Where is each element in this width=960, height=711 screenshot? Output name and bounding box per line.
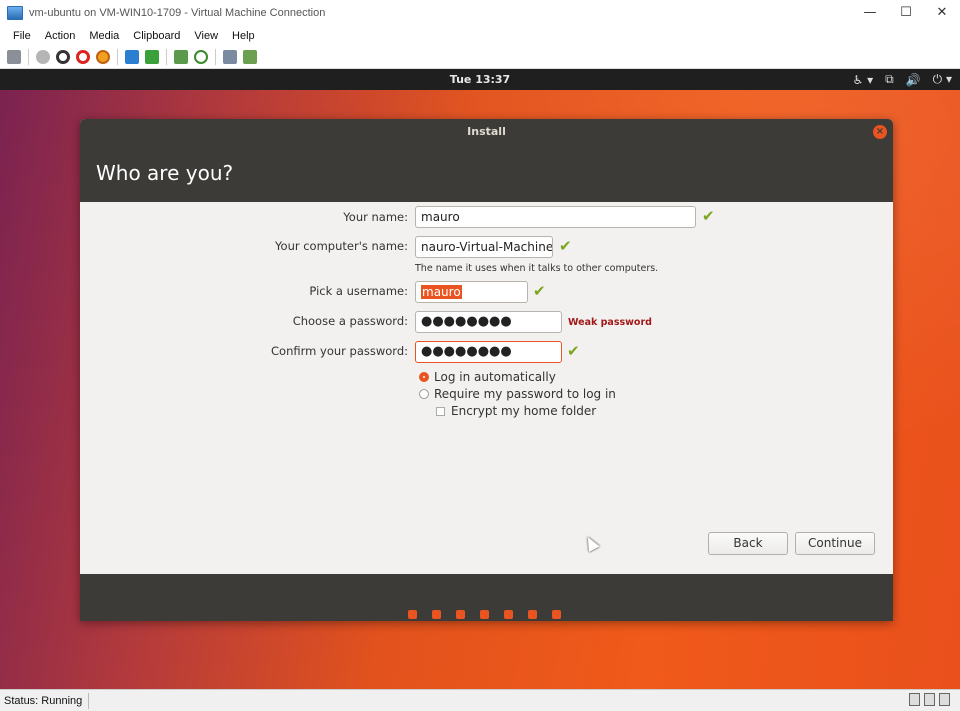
progress-step bbox=[408, 610, 417, 619]
revert-icon[interactable] bbox=[194, 49, 208, 64]
require-password-option[interactable]: Require my password to log in bbox=[419, 387, 616, 401]
network-icon[interactable]: ⧉ bbox=[885, 72, 894, 87]
menu-media[interactable]: Media bbox=[89, 30, 119, 42]
save-state-icon[interactable] bbox=[96, 49, 110, 64]
progress-step bbox=[504, 610, 513, 619]
window-title: vm-ubuntu on VM-WIN10-1709 - Virtual Mac… bbox=[29, 7, 326, 19]
password-label: Choose a password: bbox=[292, 314, 408, 328]
maximize-button[interactable]: ☐ bbox=[888, 0, 924, 26]
confirm-password-valid-icon: ✔ bbox=[567, 342, 580, 360]
auto-login-option[interactable]: Log in automatically bbox=[419, 370, 556, 384]
installer-footer bbox=[80, 574, 893, 621]
toolbar-separator bbox=[28, 48, 29, 65]
confirm-password-input[interactable]: ●●●●●●●● bbox=[415, 341, 562, 363]
shut-down-icon[interactable] bbox=[76, 49, 90, 64]
username-valid-icon: ✔ bbox=[533, 282, 546, 300]
accessibility-icon[interactable]: ♿ ▾ bbox=[853, 73, 874, 87]
checkpoint-icon[interactable] bbox=[174, 49, 188, 64]
back-button[interactable]: Back bbox=[708, 532, 788, 555]
installer-window: Install × Who are you? Your name: mauro … bbox=[80, 119, 893, 621]
progress-step bbox=[432, 610, 441, 619]
page-heading: Who are you? bbox=[96, 161, 234, 185]
keyboard-icon bbox=[909, 693, 920, 706]
continue-button[interactable]: Continue bbox=[795, 532, 875, 555]
confirm-password-label: Confirm your password: bbox=[271, 344, 408, 358]
installer-header: Install × Who are you? bbox=[80, 119, 893, 202]
computer-name-valid-icon: ✔ bbox=[559, 237, 572, 255]
menu-file[interactable]: File bbox=[13, 30, 31, 42]
mouse-icon bbox=[924, 693, 935, 706]
menu-help[interactable]: Help bbox=[232, 30, 255, 42]
toolbar-separator bbox=[166, 48, 167, 65]
auto-login-label: Log in automatically bbox=[434, 370, 556, 384]
turn-off-icon[interactable] bbox=[56, 49, 70, 64]
minimize-button[interactable]: — bbox=[852, 0, 888, 26]
username-input[interactable]: mauro bbox=[415, 281, 528, 303]
vm-connection-icon bbox=[7, 6, 23, 20]
name-label: Your name: bbox=[343, 210, 408, 224]
menu-view[interactable]: View bbox=[194, 30, 218, 42]
encrypt-home-label: Encrypt my home folder bbox=[451, 404, 597, 418]
pause-icon[interactable] bbox=[125, 49, 139, 64]
encrypt-home-checkbox[interactable] bbox=[436, 406, 445, 416]
require-password-radio[interactable] bbox=[419, 389, 429, 399]
start-icon[interactable] bbox=[36, 49, 50, 64]
resume-icon[interactable] bbox=[145, 49, 159, 64]
username-selected-text: mauro bbox=[421, 285, 462, 299]
computer-name-input[interactable]: nauro-Virtual-Machine bbox=[415, 236, 553, 258]
ctrl-alt-del-icon[interactable] bbox=[7, 49, 21, 64]
status-bar: Status: Running bbox=[0, 689, 960, 711]
username-label: Pick a username: bbox=[309, 284, 408, 298]
toolbar-separator bbox=[117, 48, 118, 65]
close-window-button[interactable]: ✕ bbox=[924, 0, 960, 26]
close-installer-icon[interactable]: × bbox=[873, 125, 887, 139]
password-strength: Weak password bbox=[568, 317, 652, 328]
power-icon[interactable]: ⏻ ▾ bbox=[933, 72, 952, 87]
installer-form: Your name: mauro ✔ Your computer's name:… bbox=[80, 202, 893, 574]
toolbar bbox=[0, 45, 960, 69]
installer-window-title: Install bbox=[467, 125, 506, 138]
share-icon[interactable] bbox=[243, 49, 257, 64]
ubuntu-top-bar: Tue 13:37 ♿ ▾ ⧉ 🔊 ⏻ ▾ bbox=[0, 69, 960, 90]
encrypt-home-option[interactable]: Encrypt my home folder bbox=[436, 404, 596, 418]
enhanced-session-icon[interactable] bbox=[223, 49, 237, 64]
password-input[interactable]: ●●●●●●●● bbox=[415, 311, 562, 333]
lock-icon bbox=[939, 693, 950, 706]
window-controls: — ☐ ✕ bbox=[852, 0, 960, 26]
progress-step bbox=[528, 610, 537, 619]
status-icons bbox=[909, 693, 950, 706]
computer-name-hint: The name it uses when it talks to other … bbox=[415, 263, 659, 274]
progress-step bbox=[552, 610, 561, 619]
toolbar-separator bbox=[215, 48, 216, 65]
computer-name-label: Your computer's name: bbox=[275, 239, 408, 253]
window-titlebar: vm-ubuntu on VM-WIN10-1709 - Virtual Mac… bbox=[0, 0, 960, 26]
menu-action[interactable]: Action bbox=[45, 30, 76, 42]
menu-bar: File Action Media Clipboard View Help bbox=[0, 26, 960, 45]
require-password-label: Require my password to log in bbox=[434, 387, 616, 401]
menu-clipboard[interactable]: Clipboard bbox=[133, 30, 180, 42]
name-input[interactable]: mauro bbox=[415, 206, 696, 228]
system-tray: ♿ ▾ ⧉ 🔊 ⏻ ▾ bbox=[853, 69, 952, 90]
name-valid-icon: ✔ bbox=[702, 207, 715, 225]
auto-login-radio[interactable] bbox=[419, 372, 429, 382]
vm-status: Status: Running bbox=[0, 692, 90, 709]
clock[interactable]: Tue 13:37 bbox=[0, 69, 960, 90]
progress-step bbox=[480, 610, 489, 619]
progress-step bbox=[456, 610, 465, 619]
install-progress bbox=[408, 610, 561, 619]
volume-icon[interactable]: 🔊 bbox=[906, 73, 921, 87]
